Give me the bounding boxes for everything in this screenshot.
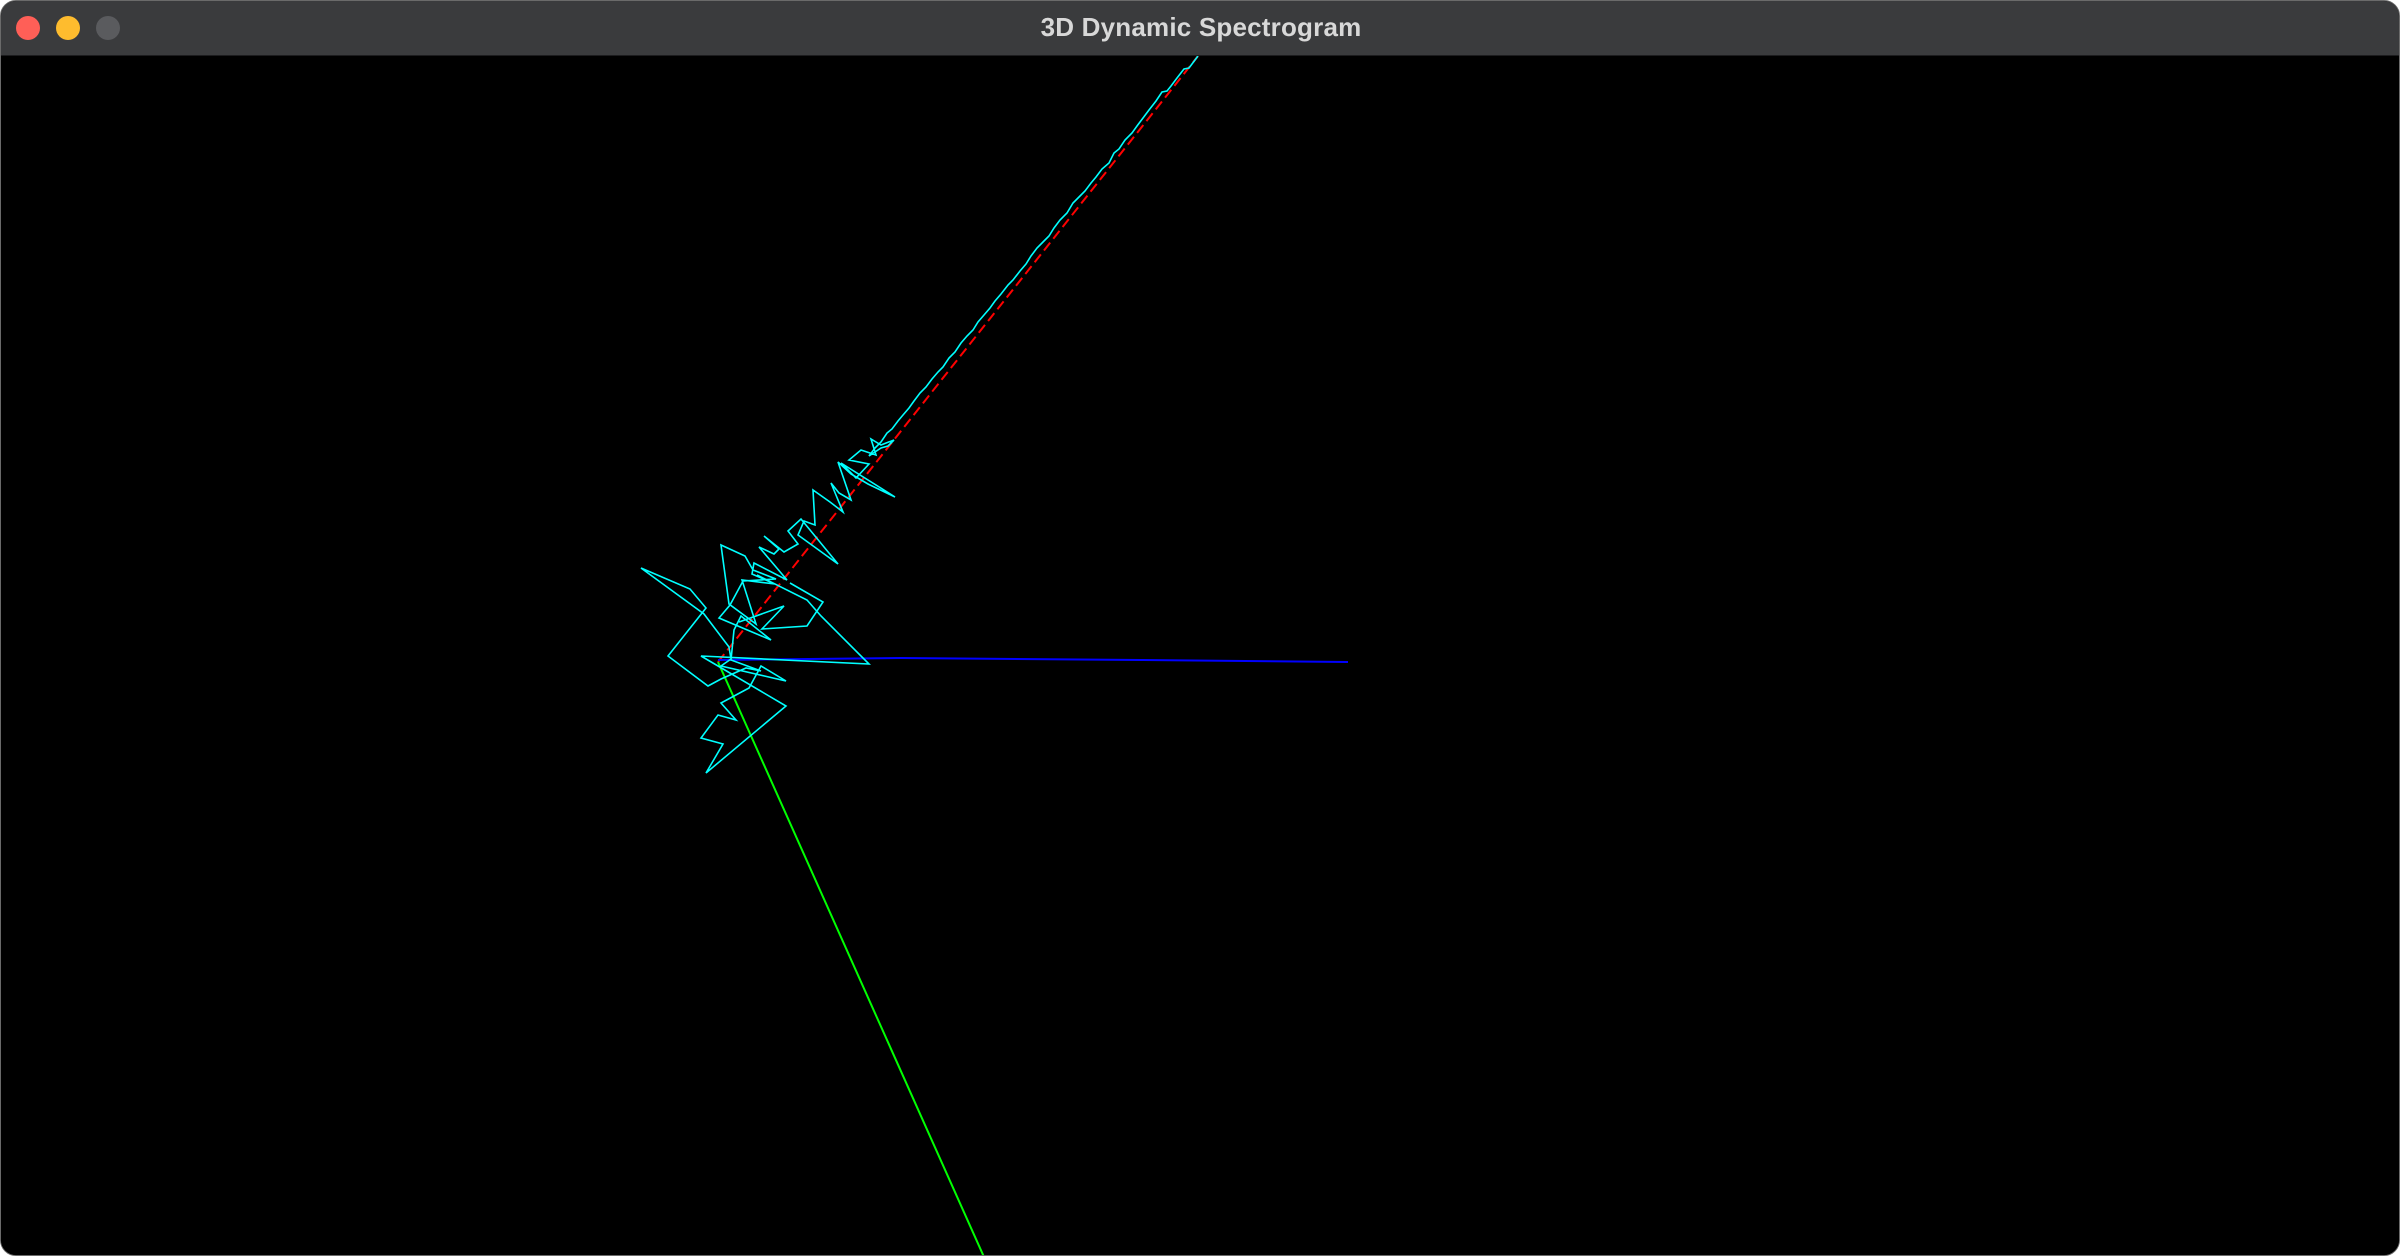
spectrogram-svg: [640, 56, 1349, 1255]
app-window: 3D Dynamic Spectrogram: [0, 0, 2400, 1256]
waveform-trail: [868, 56, 1199, 457]
title-bar[interactable]: 3D Dynamic Spectrogram: [1, 1, 2399, 56]
y-axis-line: [717, 661, 985, 1255]
waveform-cluster: [640, 437, 896, 774]
spectrogram-canvas[interactable]: [1, 56, 2399, 1255]
window-title: 3D Dynamic Spectrogram: [1040, 12, 1362, 42]
waveform-extra: [738, 582, 825, 630]
x-axis-line: [717, 56, 1199, 663]
